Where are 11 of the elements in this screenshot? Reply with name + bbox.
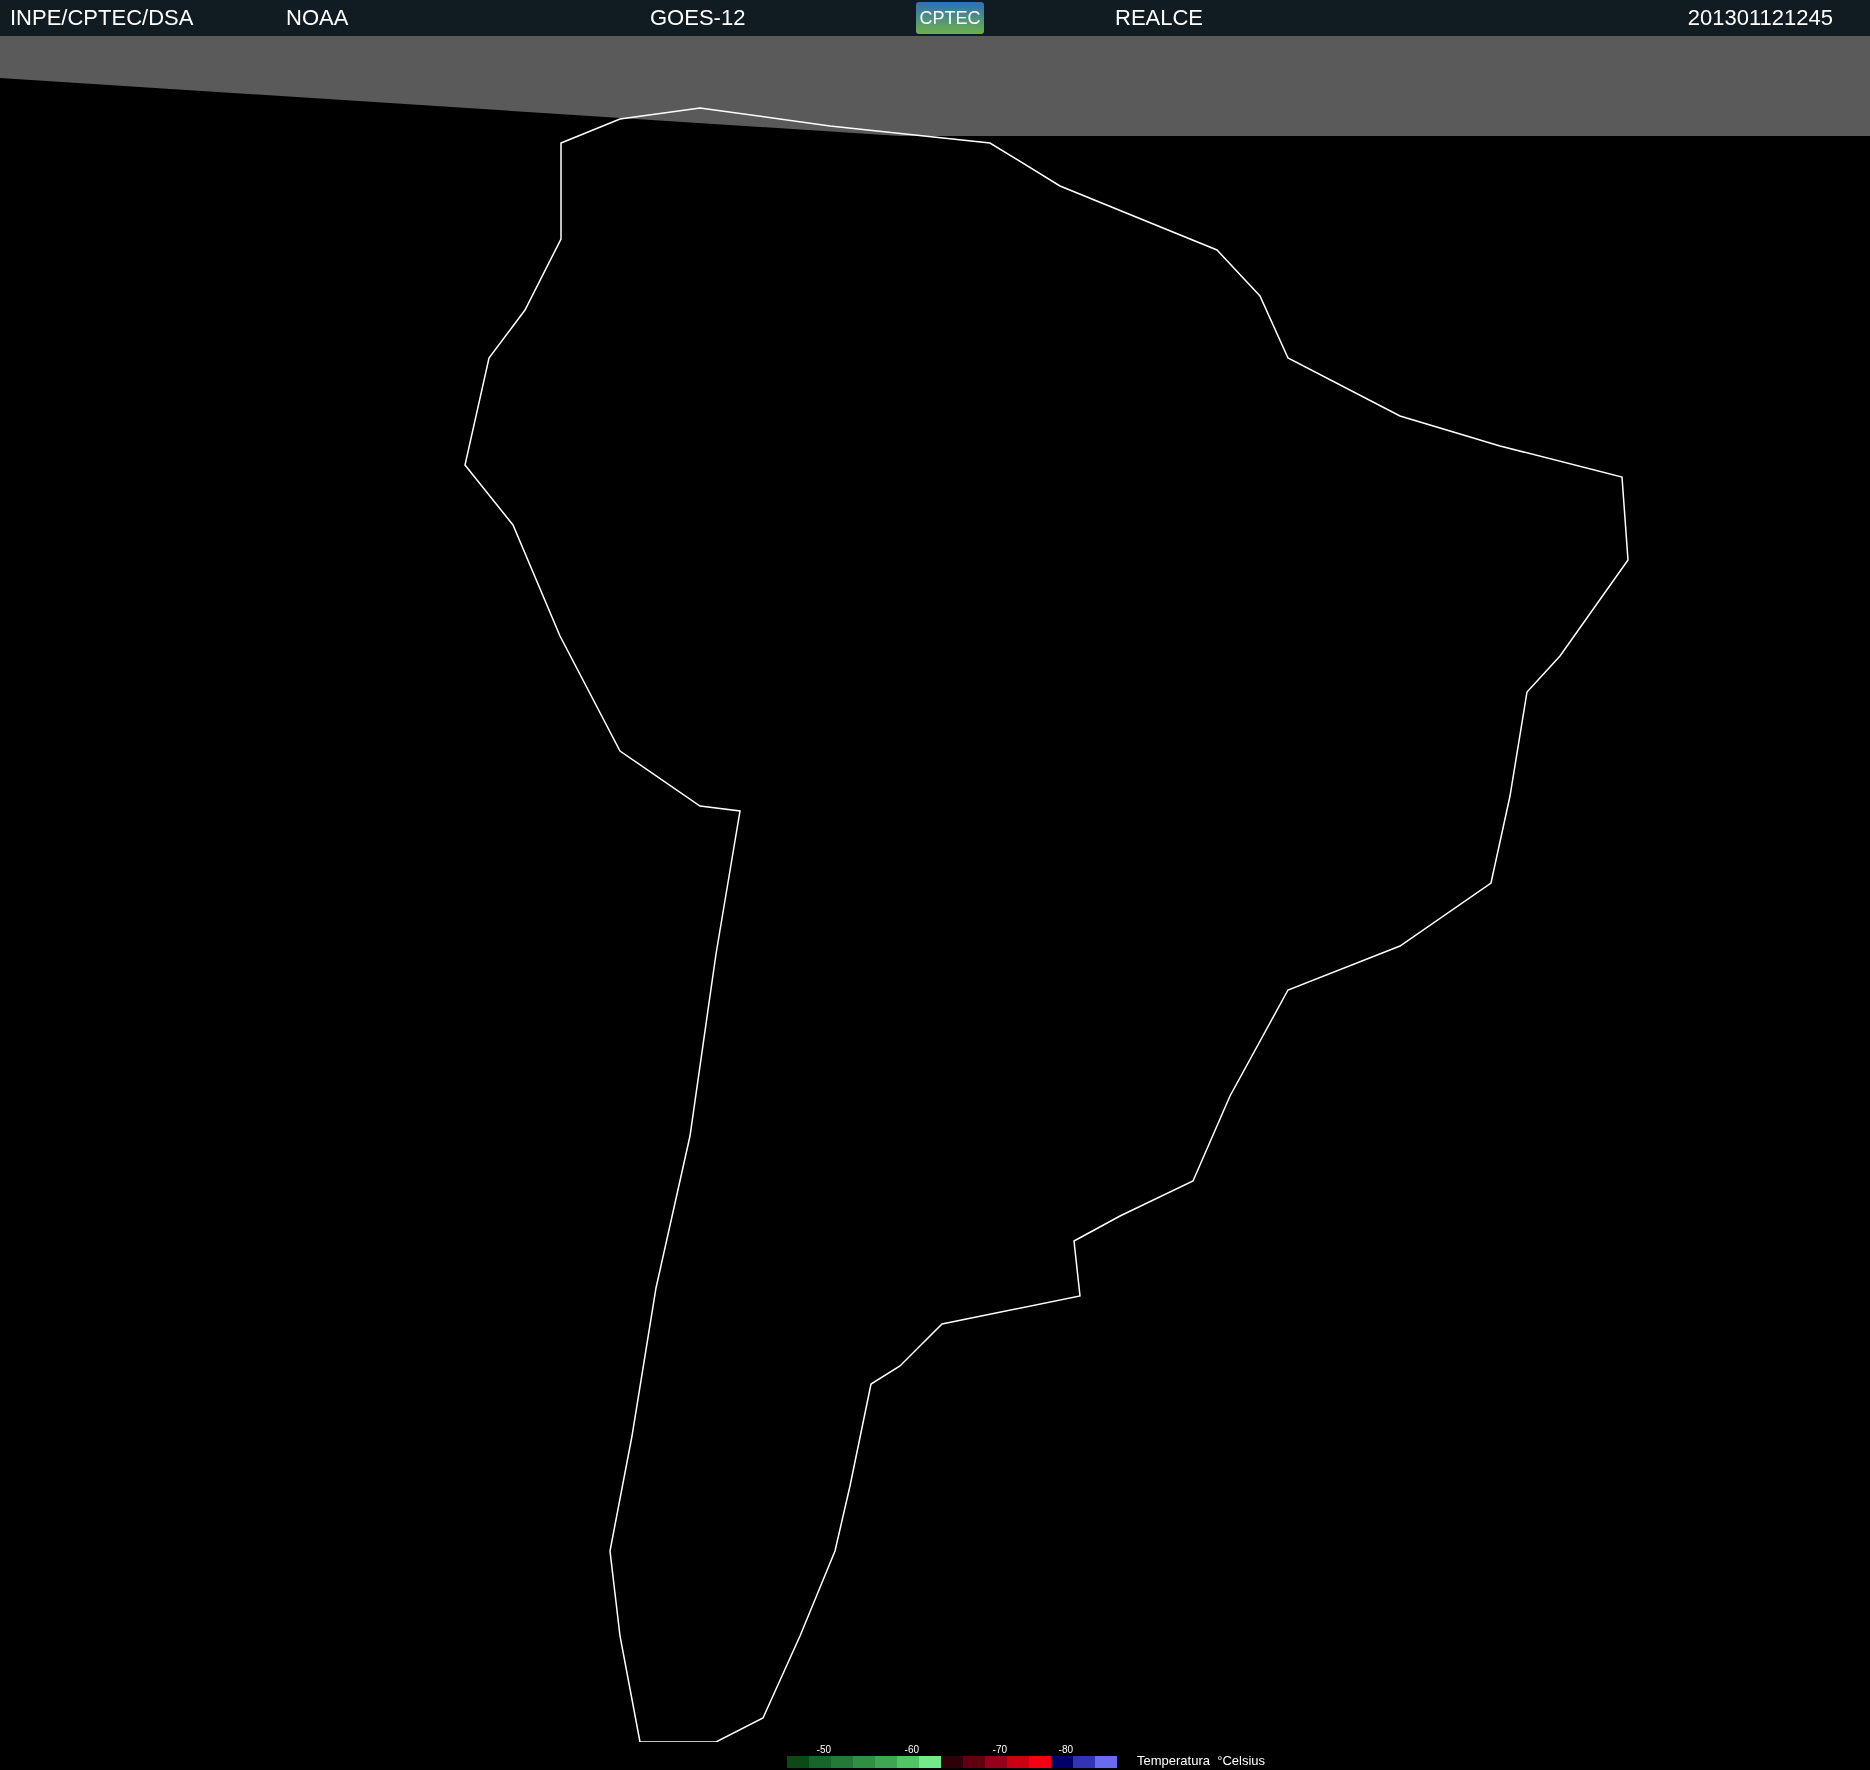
satellite-label: GOES-12 xyxy=(650,5,747,31)
timestamp: 201301121245 xyxy=(1687,5,1833,31)
product-label: REALCE xyxy=(1115,5,1205,31)
agency-label: NOAA xyxy=(286,5,350,31)
scale-tick-label: -70 xyxy=(992,1744,1007,1755)
scale-tick-label: -60 xyxy=(904,1744,919,1755)
scale-tick-label: -50 xyxy=(816,1744,831,1755)
scale-tick-label: -80 xyxy=(1058,1744,1073,1755)
legend-title: Temperatura °Celsius xyxy=(1137,1753,1266,1768)
logo: CPTEC xyxy=(916,2,984,34)
source-label: INPE/CPTEC/DSA xyxy=(10,5,195,31)
